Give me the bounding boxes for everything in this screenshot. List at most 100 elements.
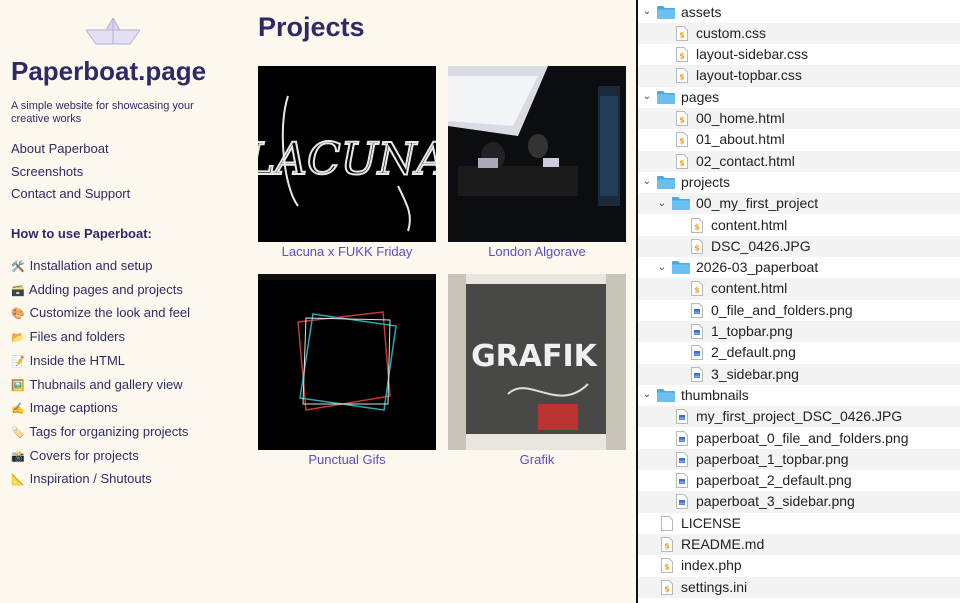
howto-item[interactable]: 📂 Files and folders bbox=[11, 326, 190, 350]
tree-file-row[interactable]: $ layout-topbar.css bbox=[638, 65, 960, 87]
tree-item-label: projects bbox=[681, 173, 731, 190]
tree-file-row[interactable]: LICENSE bbox=[638, 513, 960, 534]
project-thumbnail-lacuna[interactable]: LACUNA bbox=[258, 66, 436, 242]
site-tagline: A simple website for showcasing your cre… bbox=[11, 100, 194, 125]
project-caption-algorave[interactable]: London Algorave bbox=[448, 244, 626, 259]
code-file-icon: $ bbox=[661, 579, 673, 598]
code-file-icon: $ bbox=[691, 238, 703, 257]
chevron-down-icon[interactable]: ⌄ bbox=[657, 262, 667, 273]
svg-text:$: $ bbox=[679, 158, 685, 167]
howto-emoji-icon: ✍️ bbox=[11, 403, 25, 416]
tree-file-row[interactable]: $02_contact.html bbox=[638, 150, 960, 172]
tree-file-row[interactable]: 0_file_and_folders.png bbox=[638, 300, 960, 321]
tree-file-row[interactable]: 1_topbar.png bbox=[638, 321, 960, 343]
tree-file-row[interactable]: $00_home.html bbox=[638, 108, 960, 130]
tree-file-row[interactable]: $ content.html bbox=[638, 278, 960, 300]
howto-item[interactable]: 🛠️ Installation and setup bbox=[11, 255, 190, 279]
chevron-down-icon[interactable]: ⌄ bbox=[642, 176, 652, 187]
tree-item-label: content.html bbox=[711, 280, 788, 297]
howto-item[interactable]: 🎨 Customize the look and feel bbox=[11, 302, 190, 326]
folder-icon bbox=[657, 90, 675, 107]
tree-file-row[interactable]: paperboat_3_sidebar.png bbox=[638, 491, 960, 513]
chevron-down-icon[interactable]: ⌄ bbox=[657, 198, 667, 209]
tree-file-row[interactable]: 2_default.png bbox=[638, 342, 960, 363]
tree-file-row[interactable]: $ layout-sidebar.css bbox=[638, 44, 960, 65]
code-file-icon: $ bbox=[676, 153, 688, 172]
project-thumbnail-algorave[interactable] bbox=[448, 66, 626, 242]
tree-file-row[interactable]: $ custom.css bbox=[638, 22, 960, 45]
tree-file-row[interactable]: $ index.php bbox=[638, 555, 960, 576]
tree-folder-row[interactable]: ⌄ thumbnails bbox=[638, 385, 960, 406]
tree-folder-row[interactable]: ⌄ pages bbox=[638, 87, 960, 108]
tree-item-label: 1_topbar.png bbox=[711, 323, 793, 339]
project-caption-punctual[interactable]: Punctual Gifs bbox=[258, 452, 436, 467]
svg-text:$: $ bbox=[679, 116, 685, 125]
howto-item[interactable]: 📸 Covers for projects bbox=[11, 445, 190, 469]
tree-item-label: assets bbox=[681, 3, 722, 20]
project-card-lacuna[interactable]: LACUNA Lacuna x FUKK Friday bbox=[258, 66, 436, 259]
image-file-icon bbox=[676, 494, 688, 512]
tree-file-row[interactable]: my_first_project_DSC_0426.JPG bbox=[638, 406, 960, 428]
project-caption-grafik[interactable]: Grafik bbox=[448, 452, 626, 467]
howto-item[interactable]: 📝 Inside the HTML bbox=[11, 350, 190, 374]
howto-item-label: Inspiration / Shutouts bbox=[29, 471, 152, 487]
tree-item-label: paperboat_3_sidebar.png bbox=[696, 493, 855, 510]
howto-item[interactable]: 📐 Inspiration / Shutouts bbox=[11, 468, 190, 492]
project-thumbnail-grafik[interactable]: GRAFIK bbox=[448, 274, 626, 450]
howto-item[interactable]: 🖼️ Thubnails and gallery view bbox=[11, 374, 190, 398]
tree-folder-row[interactable]: ⌄ assets bbox=[638, 2, 960, 23]
tree-folder-row[interactable]: ⌄ projects bbox=[638, 172, 960, 193]
tree-file-row[interactable]: $ README.md bbox=[638, 534, 960, 556]
chevron-down-icon[interactable]: ⌄ bbox=[642, 389, 652, 400]
tree-folder-row[interactable]: ⌄ 00_my_first_project bbox=[638, 193, 960, 215]
tree-item-label: README.md bbox=[681, 536, 765, 552]
tree-item-label: layout-sidebar.css bbox=[696, 46, 809, 63]
howto-list: 🛠️ Installation and setup 🗃️ Adding pages… bbox=[11, 255, 190, 492]
tree-file-row[interactable]: $ settings.ini bbox=[638, 576, 960, 598]
chevron-down-icon[interactable]: ⌄ bbox=[642, 6, 652, 17]
howto-emoji-icon: 📐 bbox=[11, 474, 25, 487]
svg-text:$: $ bbox=[694, 243, 700, 252]
tree-item-label: 00_my_first_project bbox=[696, 195, 819, 212]
tree-item-label: 2026-03_paperboat bbox=[696, 259, 819, 276]
howto-item[interactable]: 🏷️ Tags for organizing projects bbox=[11, 421, 190, 445]
howto-emoji-icon: 📝 bbox=[11, 355, 25, 368]
project-card-grafik[interactable]: GRAFIK Grafik bbox=[448, 274, 626, 467]
tree-folder-row[interactable]: ⌄ 2026-03_paperboat bbox=[638, 257, 960, 278]
paperboat-logo-icon[interactable] bbox=[86, 18, 140, 46]
site-title[interactable]: Paperboat.page bbox=[11, 56, 206, 87]
project-caption-lacuna[interactable]: Lacuna x FUKK Friday bbox=[258, 244, 436, 259]
project-card-algorave[interactable]: London Algorave bbox=[448, 66, 626, 259]
howto-item[interactable]: 🗃️ Adding pages and projects bbox=[11, 279, 190, 303]
nav-link-screenshots[interactable]: Screenshots bbox=[11, 161, 130, 184]
tree-file-row[interactable]: paperboat_1_topbar.png bbox=[638, 448, 960, 471]
project-card-punctual[interactable]: Punctual Gifs bbox=[258, 274, 436, 467]
nav-link-contact[interactable]: Contact and Support bbox=[11, 183, 130, 206]
howto-item-label: Files and folders bbox=[29, 329, 126, 345]
tree-item-label: paperboat_0_file_and_folders.png bbox=[696, 429, 909, 446]
howto-emoji-icon: 🖼️ bbox=[11, 379, 25, 392]
tree-item-label: content.html bbox=[711, 216, 788, 233]
tree-file-row[interactable]: $01_about.html bbox=[638, 129, 960, 150]
howto-emoji-icon: 🏷️ bbox=[11, 426, 25, 439]
project-thumbnail-punctual[interactable] bbox=[258, 274, 436, 450]
tree-file-row[interactable]: 3_sidebar.png bbox=[638, 363, 960, 385]
tree-file-row[interactable]: $ DSC_0426.JPG bbox=[638, 235, 960, 258]
howto-item[interactable]: ✍️ Image captions bbox=[11, 397, 190, 421]
tree-file-row[interactable]: paperboat_0_file_and_folders.png bbox=[638, 428, 960, 449]
nav-link-about[interactable]: About Paperboat bbox=[11, 138, 130, 161]
tree-file-row[interactable]: $ content.html bbox=[638, 215, 960, 236]
code-file-icon: $ bbox=[676, 25, 688, 44]
folder-icon bbox=[657, 5, 675, 22]
tree-file-row[interactable]: paperboat_2_default.png bbox=[638, 470, 960, 491]
file-tree: ⌄ assets $ custom.css $ layout-sidebar.css $ la… bbox=[638, 0, 960, 603]
image-file-icon bbox=[676, 430, 688, 449]
tree-item-label: 00_home.html bbox=[696, 110, 785, 126]
tree-item-label: LICENSE bbox=[681, 514, 741, 531]
tree-item-label: thumbnails bbox=[681, 386, 749, 403]
projects-title: Projects bbox=[258, 12, 365, 42]
howto-emoji-icon: 🎨 bbox=[11, 308, 25, 321]
howto-item-label: Covers for projects bbox=[29, 447, 139, 463]
howto-heading: How to use Paperboat: bbox=[11, 226, 152, 241]
chevron-down-icon[interactable]: ⌄ bbox=[642, 91, 652, 102]
